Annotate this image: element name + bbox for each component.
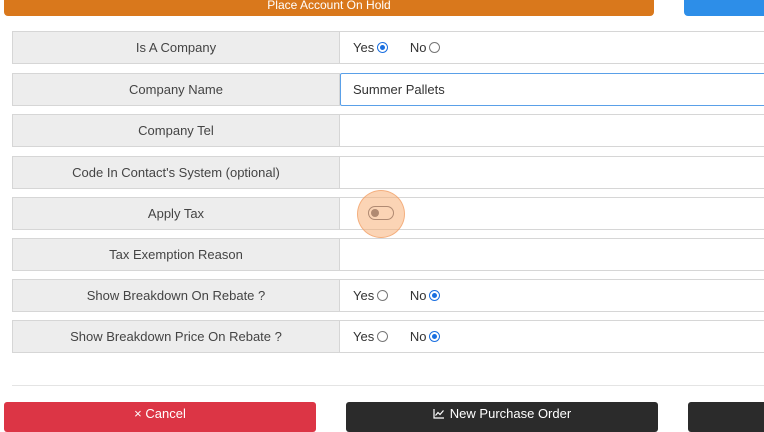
is-company-value: Yes No	[340, 31, 764, 64]
is-company-radio-group: Yes No	[353, 32, 458, 63]
breakdown-rebate-yes-label: Yes	[353, 288, 375, 303]
new-purchase-order-button[interactable]: New Purchase Order	[346, 402, 658, 432]
breakdown-price-rebate-no-option[interactable]: No	[410, 321, 441, 352]
breakdown-price-rebate-yes-radio[interactable]	[377, 331, 389, 342]
is-company-yes-option[interactable]: Yes	[353, 32, 389, 63]
bottom-right-button[interactable]	[688, 402, 764, 432]
is-company-no-option[interactable]: No	[410, 32, 441, 63]
breakdown-rebate-no-label: No	[409, 288, 427, 303]
breakdown-price-rebate-label: Show Breakdown Price On Rebate ?	[12, 320, 340, 353]
company-name-value: Summer Pallets	[340, 73, 764, 106]
breakdown-price-rebate-no-label: No	[409, 329, 427, 344]
breakdown-rebate-yes-option[interactable]: Yes	[353, 280, 389, 311]
footer-divider	[12, 385, 764, 386]
form-row-tax-exemption: Tax Exemption Reason	[12, 238, 764, 271]
place-on-hold-button[interactable]: Place Account On Hold	[4, 0, 654, 16]
form-row-is-company: Is A Company Yes No	[12, 31, 764, 64]
is-company-no-label: No	[409, 40, 427, 55]
breakdown-rebate-yes-radio[interactable]	[377, 290, 389, 301]
tax-exemption-input[interactable]	[340, 238, 764, 271]
breakdown-price-rebate-radio-group: Yes No	[353, 321, 458, 352]
is-company-label: Is A Company	[12, 31, 340, 64]
form-row-company-name: Company Name Summer Pallets	[12, 73, 764, 106]
company-tel-label: Company Tel	[12, 114, 340, 147]
form-row-company-tel: Company Tel	[12, 114, 764, 147]
is-company-yes-radio[interactable]	[377, 42, 389, 53]
breakdown-rebate-value: Yes No	[340, 279, 764, 312]
breakdown-rebate-label: Show Breakdown On Rebate ?	[12, 279, 340, 312]
form-row-apply-tax: Apply Tax	[12, 190, 764, 238]
breakdown-rebate-radio-group: Yes No	[353, 280, 458, 311]
apply-tax-toggle[interactable]	[368, 206, 394, 220]
apply-tax-toggle-knob	[371, 209, 379, 217]
form-row-contact-code: Code In Contact's System (optional)	[12, 156, 764, 189]
new-purchase-order-label: New Purchase Order	[449, 406, 572, 421]
cancel-button[interactable]: × Cancel	[4, 402, 316, 432]
breakdown-rebate-no-option[interactable]: No	[410, 280, 441, 311]
is-company-no-radio[interactable]	[429, 42, 441, 53]
is-company-yes-label: Yes	[353, 40, 375, 55]
chart-line-icon	[433, 403, 445, 427]
breakdown-price-rebate-no-radio[interactable]	[429, 331, 441, 342]
contact-code-input[interactable]	[340, 156, 764, 189]
form-row-breakdown-rebate: Show Breakdown On Rebate ? Yes No	[12, 279, 764, 312]
company-name-input[interactable]: Summer Pallets	[340, 73, 764, 106]
apply-tax-label: Apply Tax	[12, 197, 340, 230]
contact-code-label: Code In Contact's System (optional)	[12, 156, 340, 189]
top-right-button[interactable]	[684, 0, 764, 16]
form-row-breakdown-price-rebate: Show Breakdown Price On Rebate ? Yes No	[12, 320, 764, 353]
breakdown-price-rebate-yes-label: Yes	[353, 329, 375, 344]
apply-tax-value	[340, 190, 764, 238]
breakdown-rebate-no-radio[interactable]	[429, 290, 441, 301]
breakdown-price-rebate-value: Yes No	[340, 320, 764, 353]
company-tel-input[interactable]	[340, 114, 764, 147]
tax-exemption-label: Tax Exemption Reason	[12, 238, 340, 271]
company-name-label: Company Name	[12, 73, 340, 106]
breakdown-price-rebate-yes-option[interactable]: Yes	[353, 321, 389, 352]
